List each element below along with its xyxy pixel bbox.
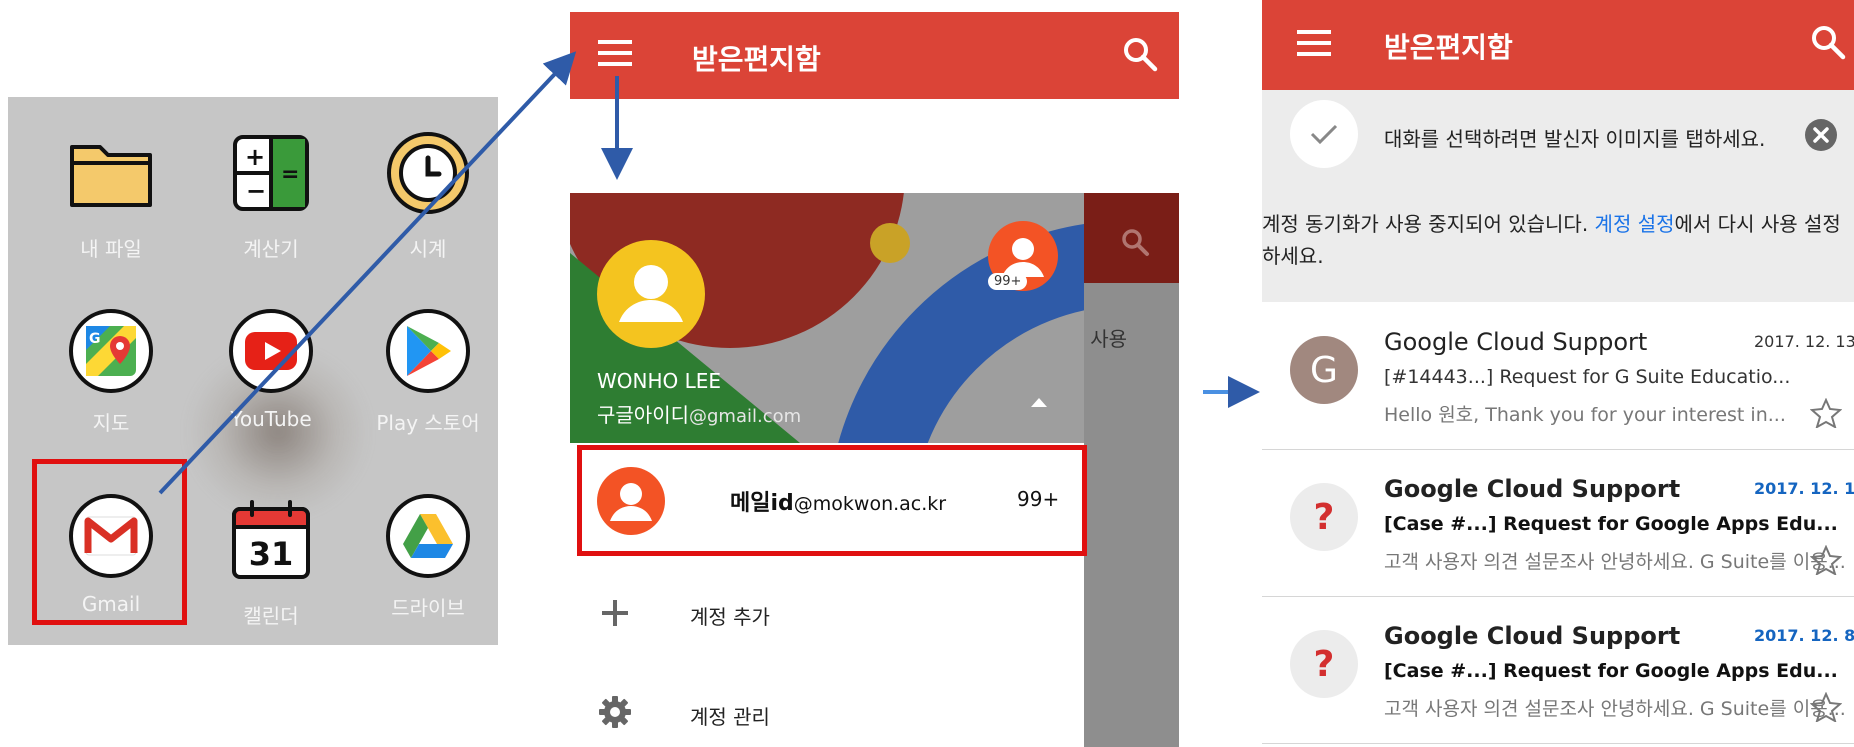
- arrow-gmail-to-menu: [158, 51, 577, 495]
- flow-arrows: [158, 51, 1260, 495]
